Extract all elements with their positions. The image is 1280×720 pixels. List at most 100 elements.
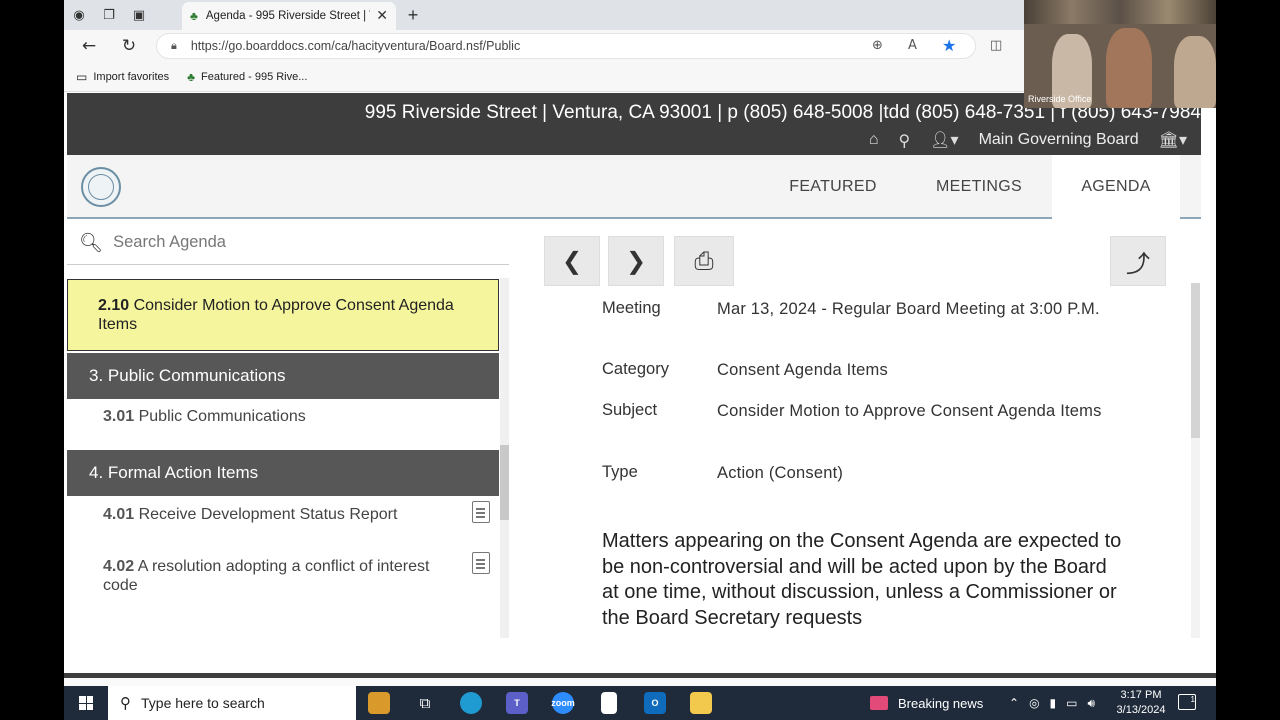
news-icon	[870, 696, 888, 710]
system-tray: ⌃ ◎ ▮ ▭ 🔊︎	[1004, 686, 1100, 720]
split-screen-icon[interactable]: ◫	[990, 38, 1002, 53]
tab-agenda[interactable]: AGENDA	[1052, 155, 1180, 219]
section-header[interactable]: 4. Formal Action Items	[67, 450, 499, 496]
item-description: Matters appearing on the Consent Agenda …	[602, 530, 1122, 629]
tree-favicon-icon: ♣	[187, 69, 196, 84]
tab-meetings[interactable]: MEETINGS	[919, 155, 1039, 219]
tab-agenda[interactable]: ♣ Agenda - 995 Riverside Street | V ✕	[182, 2, 396, 30]
section-header[interactable]: 3. Public Communications	[67, 353, 499, 399]
favorite-label: Import favorites	[93, 70, 170, 83]
document-icon[interactable]	[472, 552, 490, 574]
type-label: Type	[602, 463, 638, 481]
taskbar: ⚲ Type here to search ⧉ T zoom O Breakin…	[64, 686, 1216, 720]
back-icon[interactable]: ←	[76, 34, 102, 58]
search-icon: 🔍︎	[79, 232, 104, 254]
boarddocs-page: 995 Riverside Street | Ventura, CA 93001…	[67, 93, 1201, 673]
item-title: Consider Motion to Approve Consent Agend…	[98, 297, 454, 333]
item-number: 4.01	[103, 506, 135, 523]
city-seal-logo	[81, 167, 121, 207]
teams-icon[interactable]: T	[494, 686, 540, 720]
news-label: Breaking news	[898, 695, 984, 711]
main-nav: FEATURED MEETINGS AGENDA	[67, 155, 1201, 219]
tab-actions-icon[interactable]: ▣	[124, 0, 154, 30]
board-selector[interactable]: Main Governing Board	[979, 131, 1139, 149]
header-icons: ⌂ ⚲ 👤︎▾ Main Governing Board 🏛︎▾	[849, 130, 1187, 150]
start-button[interactable]	[64, 686, 108, 720]
taskbar-search[interactable]: ⚲ Type here to search	[108, 686, 356, 720]
favorite-featured[interactable]: ♣ Featured - 995 Rive...	[187, 70, 307, 84]
building-icon[interactable]: 🏛︎▾	[1159, 130, 1187, 150]
print-icon[interactable]: ⎙	[674, 236, 734, 286]
page-footer	[64, 673, 1216, 686]
item-number: 4.02	[103, 558, 135, 575]
new-tab-button[interactable]: +	[400, 3, 426, 27]
meeting-value: Mar 13, 2024 - Regular Board Meeting at …	[717, 300, 1100, 318]
file-explorer-icon[interactable]	[678, 686, 724, 720]
video-room-label: Riverside Office	[1028, 94, 1092, 104]
type-value: Action (Consent)	[717, 464, 844, 482]
notification-icon[interactable]: 1	[1178, 694, 1196, 710]
favorite-star-icon[interactable]: ★	[942, 36, 956, 55]
workspaces-icon[interactable]: ❐	[94, 0, 124, 30]
zoom-icon[interactable]: zoom	[540, 686, 586, 720]
category-label: Category	[602, 360, 669, 378]
agenda-search[interactable]: 🔍︎ Search Agenda	[67, 221, 509, 265]
news-widget[interactable]: Breaking news	[870, 686, 983, 720]
screen-edge	[1216, 0, 1280, 686]
task-view-icon[interactable]: ⧉	[402, 686, 448, 720]
item-number: 2.10	[98, 297, 130, 314]
share-icon[interactable]: ⤴	[1110, 236, 1166, 286]
zoom-icon[interactable]: ⊕	[872, 38, 883, 53]
user-icon[interactable]: 👤︎▾	[930, 130, 958, 150]
tree-favicon-icon: ♣	[190, 9, 198, 23]
lock-icon: 🔒︎	[171, 39, 177, 52]
item-title: Receive Development Status Report	[138, 506, 398, 523]
profile-icon[interactable]: ◉	[64, 0, 94, 30]
volume-icon[interactable]: 🔊︎	[1088, 696, 1096, 711]
search-input[interactable]: Search Agenda	[113, 233, 226, 252]
home-icon[interactable]: ⌂	[869, 131, 879, 149]
refresh-icon[interactable]: ↻	[116, 34, 142, 58]
agenda-item[interactable]: 4.01 Receive Development Status Report	[103, 506, 463, 525]
agenda-item[interactable]: 3.01 Public Communications	[103, 408, 463, 427]
taskbar-search-input[interactable]: Type here to search	[141, 695, 265, 711]
previous-icon[interactable]: ❮	[544, 236, 600, 286]
document-icon[interactable]	[472, 501, 490, 523]
favorite-import[interactable]: ▭ Import favorites	[76, 70, 169, 84]
address-bar[interactable]: 🔒︎ https://go.boarddocs.com/ca/hacityven…	[156, 33, 976, 59]
meet-now-icon[interactable]: ◎	[1029, 696, 1039, 710]
folder-icon: ▭	[76, 69, 88, 84]
file-icon[interactable]	[586, 686, 632, 720]
search-icon[interactable]: ⚲	[899, 131, 911, 150]
favorite-label: Featured - 995 Rive...	[201, 70, 308, 83]
item-title: A resolution adopting a conflict of inte…	[103, 558, 430, 594]
network-icon[interactable]: ▭	[1066, 696, 1077, 710]
microphone-icon[interactable]: ▮	[1050, 696, 1057, 710]
subject-value: Consider Motion to Approve Consent Agend…	[717, 402, 1102, 420]
search-icon: ⚲	[120, 694, 131, 712]
system-clock[interactable]: 3:17 PM 3/13/2024	[1108, 688, 1174, 718]
agenda-item-selected[interactable]: 2.10 Consider Motion to Approve Consent …	[67, 279, 499, 351]
url-text: https://go.boarddocs.com/ca/hacityventur…	[190, 39, 521, 53]
participant-image	[1106, 28, 1152, 108]
participant-image	[1174, 36, 1216, 108]
tab-featured[interactable]: FEATURED	[777, 155, 889, 219]
read-aloud-icon[interactable]: A	[908, 38, 917, 53]
edge-icon[interactable]	[448, 686, 494, 720]
item-title: Public Communications	[138, 408, 306, 425]
tab-close-icon[interactable]: ✕	[376, 8, 388, 24]
chevron-up-icon[interactable]: ⌃	[1009, 696, 1019, 710]
outlook-icon[interactable]: O	[632, 686, 678, 720]
video-gallery-strip	[1024, 0, 1216, 24]
detail-scroll-thumb[interactable]	[1191, 283, 1200, 438]
tab-title: Agenda - 995 Riverside Street | V	[205, 10, 371, 22]
next-icon[interactable]: ❯	[608, 236, 664, 286]
briefcase-icon[interactable]	[356, 686, 402, 720]
clock-date: 3/13/2024	[1116, 704, 1166, 716]
video-call-thumbnail[interactable]: Riverside Office	[1024, 0, 1216, 108]
agenda-item[interactable]: 4.02 A resolution adopting a conflict of…	[103, 558, 463, 595]
subject-label: Subject	[602, 401, 658, 419]
agenda-scroll-thumb[interactable]	[500, 445, 509, 520]
agenda-list: 2.10 Consider Motion to Approve Consent …	[67, 278, 499, 638]
category-value: Consent Agenda Items	[717, 361, 888, 379]
